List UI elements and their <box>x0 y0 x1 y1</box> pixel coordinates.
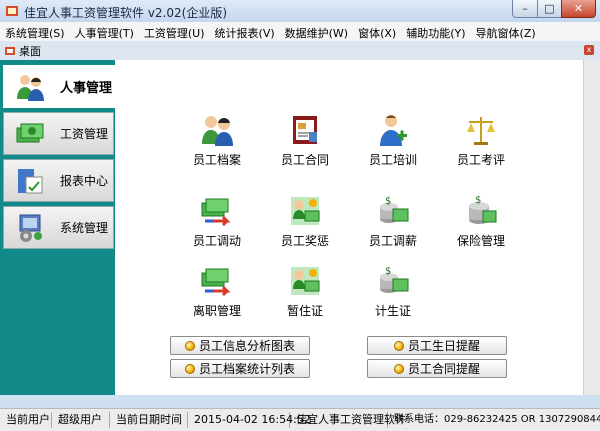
tab-close-button[interactable]: x <box>584 45 594 55</box>
status-app-name: 佳宜人事工资管理软件 <box>292 412 406 428</box>
minimize-button[interactable]: – <box>512 0 538 18</box>
grid-item-label: 员工档案 <box>192 153 241 167</box>
menu-tools[interactable]: 辅助功能(Y) <box>401 22 470 41</box>
bullet-icon <box>184 363 195 374</box>
grid-item-label: 离职管理 <box>192 304 241 318</box>
sidebar-item-reports[interactable]: 报表中心 <box>3 159 114 202</box>
scales-icon <box>467 117 495 145</box>
sidebar-item-label: 报表中心 <box>60 174 109 188</box>
grid-item-label: 员工培训 <box>368 153 417 167</box>
grid-item-label: 员工考评 <box>456 153 505 167</box>
employee-analysis-chart-button[interactable]: 员工信息分析图表 <box>170 336 310 355</box>
status-date-label: 当前日期时间 <box>112 412 188 428</box>
grid-item-evaluation[interactable]: 员工考评 <box>441 112 521 168</box>
settings-icon <box>19 214 42 242</box>
close-button[interactable]: ✕ <box>561 0 596 18</box>
menu-personnel[interactable]: 人事管理(T) <box>70 22 139 41</box>
grid-item-label: 暂住证 <box>286 304 323 318</box>
menu-data-maintenance[interactable]: 数据维护(W) <box>280 22 353 41</box>
grid-item-salary-adjust[interactable]: $ 员工调薪 <box>353 193 433 249</box>
button-label: 员工生日提醒 <box>407 339 480 353</box>
menu-salary[interactable]: 工资管理(U) <box>139 22 210 41</box>
status-bar: 当前用户 超级用户 当前日期时间 2015-04-02 16:54:52 佳宜人… <box>0 408 600 431</box>
coins-icon: $ <box>380 196 409 223</box>
bullet-icon <box>184 340 195 351</box>
sidebar: 人事管理 工资管理 报表中心 系统管理 <box>0 60 116 395</box>
grid-item-label: 计生证 <box>374 304 411 318</box>
grid-item-label: 保险管理 <box>456 234 505 248</box>
sidebar-item-personnel[interactable]: 人事管理 <box>3 65 116 108</box>
menu-window[interactable]: 窗体(X) <box>353 22 401 41</box>
people-icon <box>202 116 233 146</box>
grid-item-rewards[interactable]: 员工奖惩 <box>265 193 345 249</box>
status-user-value: 超级用户 <box>54 412 110 428</box>
reward-icon <box>291 197 320 225</box>
grid-item-training[interactable]: 员工培训 <box>353 112 433 168</box>
menu-navigation[interactable]: 导航窗体(Z) <box>471 22 541 41</box>
button-label: 员工合同提醒 <box>407 362 480 376</box>
bullet-icon <box>393 363 404 374</box>
status-user-label: 当前用户 <box>2 412 52 428</box>
resign-icon <box>201 268 231 297</box>
grid-item-label: 员工调动 <box>192 234 241 248</box>
menu-system[interactable]: 系统管理(S) <box>0 22 70 41</box>
window-frame-bottom <box>0 395 600 408</box>
status-contact: 联系电话：029-86232425 OR 13072908445 <box>394 414 600 425</box>
permit-icon <box>291 267 320 295</box>
tab-desktop-label: 桌面 <box>19 45 41 58</box>
grid-item-label: 员工调薪 <box>368 234 417 248</box>
document-tab-bar: 桌面 x <box>0 41 600 61</box>
money-icon <box>16 123 44 142</box>
desktop-icon <box>5 47 15 55</box>
svg-text:$: $ <box>385 196 391 207</box>
birthday-reminder-button[interactable]: 员工生日提醒 <box>367 336 507 355</box>
tab-desktop[interactable]: 桌面 <box>4 43 41 59</box>
transfer-icon <box>201 198 231 227</box>
maximize-button[interactable]: □ <box>537 0 562 18</box>
app-icon <box>6 6 18 16</box>
grid-item-birth-permit[interactable]: $ 计生证 <box>353 263 433 319</box>
sidebar-item-label: 人事管理 <box>60 81 113 96</box>
vertical-scrollbar[interactable] <box>583 60 600 395</box>
sidebar-item-salary[interactable]: 工资管理 <box>3 112 114 155</box>
grid-item-resignation[interactable]: 离职管理 <box>177 263 257 319</box>
svg-text:$: $ <box>385 266 391 277</box>
insurance-icon: $ <box>469 195 497 224</box>
svg-text:$: $ <box>475 195 481 206</box>
bullet-icon <box>393 340 404 351</box>
grid-item-label: 员工奖惩 <box>280 234 329 248</box>
people-icon <box>17 74 44 101</box>
desktop-panel: 员工档案 员工合同 员工培训 员工考评 员工调动 员工奖惩 $ 员工调薪 $ 保… <box>115 60 583 395</box>
contract-icon <box>293 116 317 144</box>
sidebar-item-system[interactable]: 系统管理 <box>3 206 114 249</box>
training-icon <box>380 115 407 146</box>
window-title: 佳宜人事工资管理软件 v2.02(企业版) <box>24 6 227 20</box>
grid-item-employee-files[interactable]: 员工档案 <box>177 112 257 168</box>
sidebar-item-label: 系统管理 <box>60 221 109 235</box>
menu-bar: 系统管理(S) 人事管理(T) 工资管理(U) 统计报表(V) 数据维护(W) … <box>0 22 600 42</box>
report-icon <box>18 168 43 193</box>
grid-item-transfer[interactable]: 员工调动 <box>177 193 257 249</box>
title-bar: 佳宜人事工资管理软件 v2.02(企业版) – □ ✕ <box>0 0 600 23</box>
contract-reminder-button[interactable]: 员工合同提醒 <box>367 359 507 378</box>
grid-item-residence-permit[interactable]: 暂住证 <box>265 263 345 319</box>
grid-item-insurance[interactable]: $ 保险管理 <box>441 193 521 249</box>
grid-item-contracts[interactable]: 员工合同 <box>265 112 345 168</box>
coins-icon: $ <box>380 266 409 293</box>
grid-item-label: 员工合同 <box>280 153 329 167</box>
employee-stats-list-button[interactable]: 员工档案统计列表 <box>170 359 310 378</box>
button-label: 员工档案统计列表 <box>198 362 295 376</box>
sidebar-item-label: 工资管理 <box>60 127 109 141</box>
status-date-value: 2015-04-02 16:54:52 <box>190 412 311 428</box>
button-label: 员工信息分析图表 <box>198 339 295 353</box>
menu-reports[interactable]: 统计报表(V) <box>210 22 280 41</box>
